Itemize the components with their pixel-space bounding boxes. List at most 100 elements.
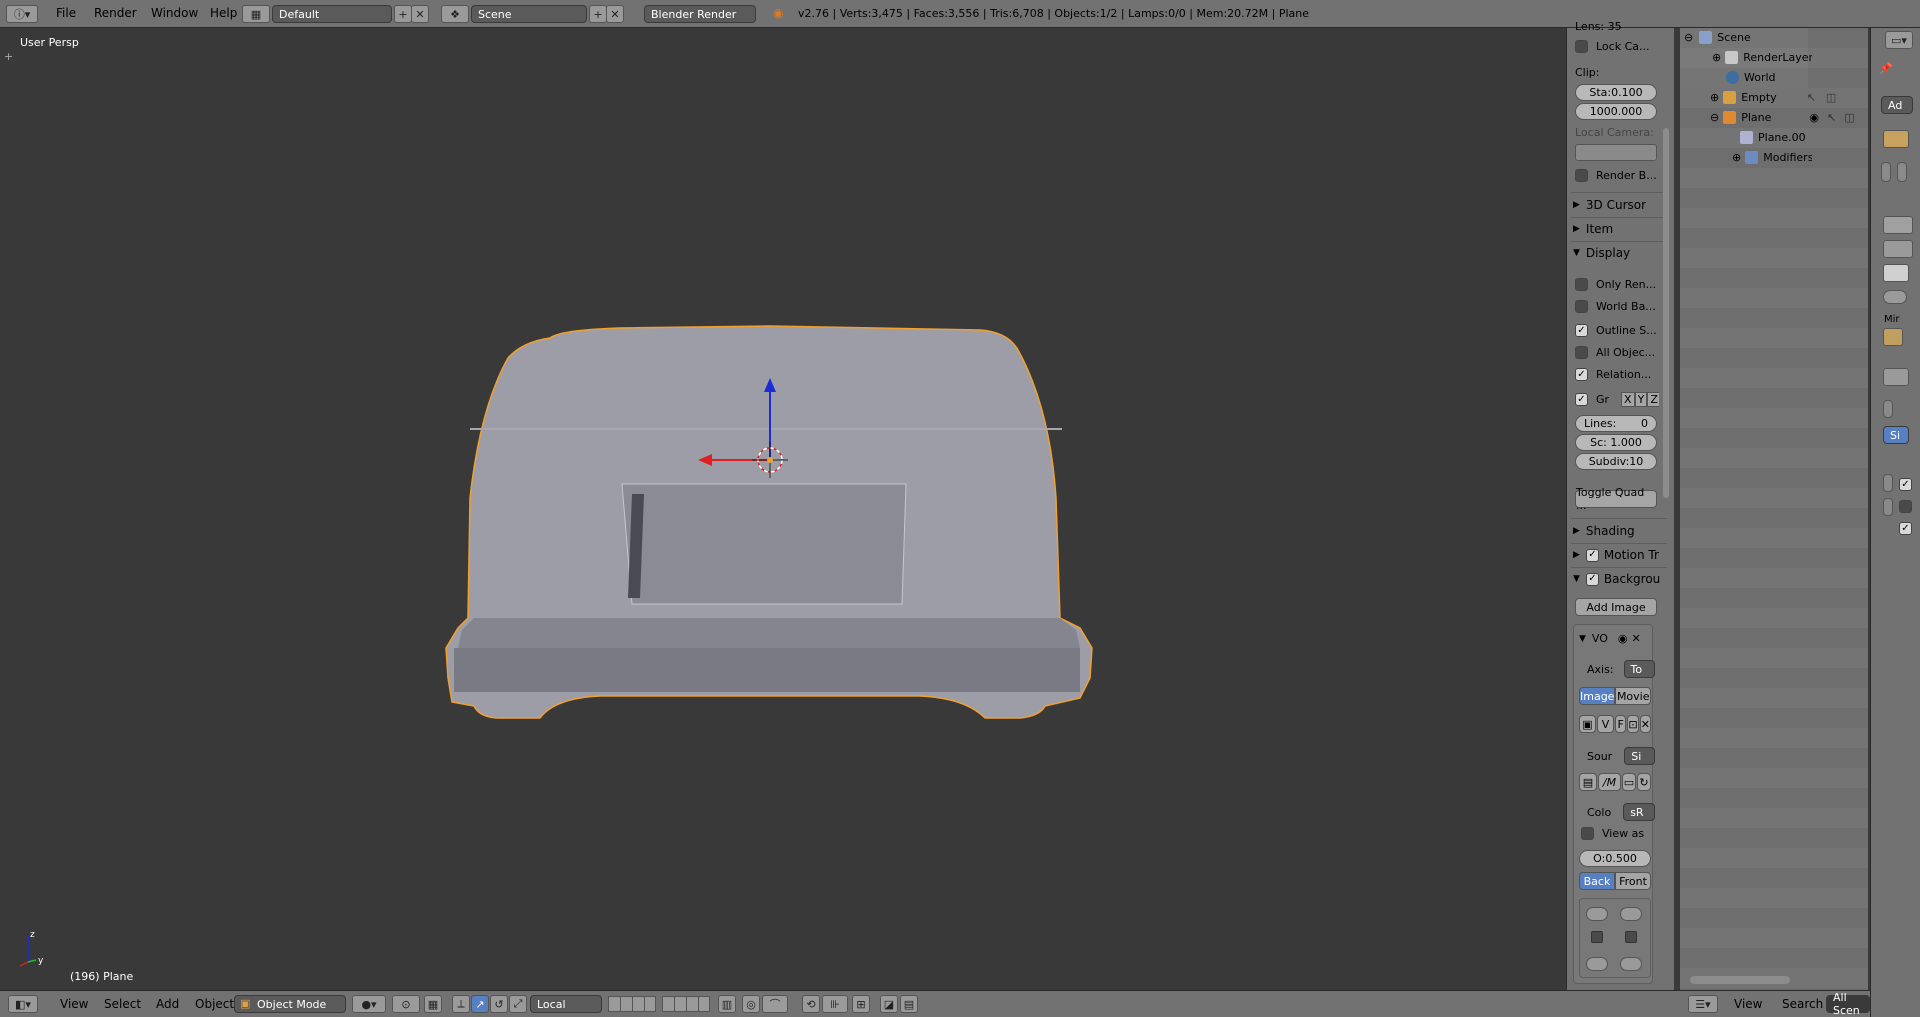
- outliner-item-mesh-data[interactable]: Plane.004: [1740, 131, 1806, 144]
- outliner-scrollbar[interactable]: [1690, 976, 1790, 984]
- lens-row[interactable]: Lens: 35: [1575, 20, 1659, 33]
- toggle-row-a[interactable]: [1883, 216, 1913, 234]
- menu-select[interactable]: Select: [94, 997, 151, 1011]
- snap-target-icon[interactable]: ⊞: [852, 995, 870, 1013]
- lock-layers-icon[interactable]: ▥: [718, 995, 736, 1013]
- checkbox-stack[interactable]: [1883, 264, 1909, 282]
- expand-icon[interactable]: ⊕: [1710, 91, 1719, 104]
- folder-icon[interactable]: ▭: [1622, 773, 1636, 791]
- render-preview-icon[interactable]: ◪: [880, 995, 898, 1013]
- pivot-point-icon[interactable]: ⊙: [392, 995, 420, 1013]
- scene-name-field[interactable]: Scene: [471, 5, 587, 23]
- snap-icon[interactable]: ⟲: [802, 995, 820, 1013]
- eye-icon[interactable]: ◉: [1618, 632, 1628, 645]
- layout-add-icon[interactable]: +: [394, 5, 412, 23]
- image-name-field[interactable]: V: [1596, 715, 1614, 733]
- translate-manipulator-icon[interactable]: ↗: [471, 995, 489, 1013]
- layout-browse-icon[interactable]: ▦: [242, 5, 270, 23]
- menu-view[interactable]: View: [50, 997, 98, 1011]
- render-border-checkbox[interactable]: Render B...: [1575, 169, 1659, 182]
- 3d-viewport[interactable]: User Persp + z y (196) Plane: [0, 28, 1566, 990]
- outliner-menu-search[interactable]: Search: [1772, 997, 1833, 1011]
- tool-shelf-toggle-icon[interactable]: +: [4, 50, 13, 63]
- axis-select[interactable]: To: [1623, 660, 1655, 678]
- scale-manipulator-icon[interactable]: ⤢: [509, 995, 527, 1013]
- editor-type-icon[interactable]: ▭▾: [1885, 31, 1913, 49]
- offset-x-field[interactable]: [1586, 907, 1608, 921]
- front-tab[interactable]: Front: [1615, 872, 1651, 890]
- panel-scrollbar[interactable]: [1663, 128, 1669, 498]
- rotation-field[interactable]: [1586, 957, 1608, 971]
- pin-icon[interactable]: 📌: [1879, 62, 1893, 75]
- outliner-item-empty[interactable]: ⊕ Empty ↖ ◫: [1710, 91, 1860, 104]
- grid-z-toggle[interactable]: Z: [1647, 392, 1659, 407]
- world-background-checkbox[interactable]: World Ba...: [1575, 300, 1659, 313]
- reload-icon[interactable]: ↻: [1637, 773, 1651, 791]
- panel-item-header[interactable]: ▶ Item: [1573, 222, 1663, 236]
- limit-selection-icon[interactable]: ▦: [424, 995, 442, 1013]
- scene-add-icon[interactable]: +: [589, 5, 607, 23]
- expand-icon[interactable]: ⊕: [1732, 151, 1741, 164]
- proportional-edit-icon[interactable]: ◎: [742, 995, 760, 1013]
- image-options-icon[interactable]: ⊡: [1627, 715, 1639, 733]
- menu-add[interactable]: Add: [146, 997, 189, 1011]
- panel-display-header[interactable]: ▼ Display: [1573, 246, 1663, 260]
- opacity-slider[interactable]: O:0.500: [1579, 850, 1651, 867]
- manipulator-icon[interactable]: ⟂: [452, 995, 470, 1013]
- outline-selected-checkbox[interactable]: ✓ Outline S...: [1575, 324, 1659, 337]
- fake-user-button[interactable]: F: [1614, 715, 1627, 733]
- all-object-origins-checkbox[interactable]: All Objec...: [1575, 346, 1659, 359]
- clip-end-field[interactable]: 1000.000: [1575, 103, 1657, 120]
- clip-start-field[interactable]: Sta:0.100: [1575, 84, 1657, 101]
- display-mode-select[interactable]: All Scen: [1826, 991, 1870, 1017]
- browse-field[interactable]: Ad: [1881, 96, 1913, 114]
- relationship-lines-checkbox[interactable]: ✓ Relation...: [1575, 368, 1659, 381]
- pack-icon[interactable]: ▤: [1579, 773, 1597, 791]
- menu-file[interactable]: File: [46, 6, 86, 20]
- local-camera-field[interactable]: [1575, 144, 1657, 161]
- layout-name-field[interactable]: Default: [272, 5, 392, 23]
- falloff-icon[interactable]: ⌒: [762, 995, 788, 1013]
- outliner-item-renderlayers[interactable]: ⊕ RenderLayers: [1712, 51, 1812, 64]
- outliner-item-plane[interactable]: ⊖ Plane ◉ ↖ ◫: [1710, 111, 1870, 124]
- si-field[interactable]: Si: [1883, 426, 1909, 444]
- view-as-render-checkbox[interactable]: View as: [1581, 827, 1655, 840]
- layer-buttons-b[interactable]: [662, 996, 710, 1012]
- source-select[interactable]: Si: [1624, 747, 1655, 765]
- object-context-icon[interactable]: [1883, 130, 1909, 148]
- grid-floor-checkbox[interactable]: ✓ Gr XYZ: [1575, 392, 1659, 407]
- editor-type-icon[interactable]: ⓘ▾: [6, 5, 38, 23]
- menu-render[interactable]: Render: [84, 6, 147, 20]
- close-icon[interactable]: ✕: [1632, 632, 1641, 645]
- collapse-icon[interactable]: ⊖: [1710, 111, 1719, 124]
- outliner-menu-view[interactable]: View: [1724, 997, 1772, 1011]
- grid-scale-field[interactable]: Sc: 1.000: [1575, 434, 1657, 451]
- flip-x-checkbox[interactable]: [1591, 931, 1603, 943]
- render-camera-icon[interactable]: ◫: [1826, 91, 1836, 104]
- color-space-select[interactable]: sR: [1623, 803, 1655, 821]
- collapse-icon[interactable]: ⊖: [1684, 31, 1693, 44]
- grid-y-toggle[interactable]: Y: [1634, 392, 1648, 407]
- check-icon[interactable]: ✓: [1899, 522, 1912, 535]
- material-icon[interactable]: [1883, 328, 1903, 346]
- transform-orientation-select[interactable]: Local: [530, 995, 602, 1013]
- add-image-button[interactable]: Add Image: [1575, 598, 1657, 616]
- panel-shading-header[interactable]: ▶ Shading: [1573, 524, 1663, 538]
- image-browse-icon[interactable]: ▣: [1579, 715, 1596, 733]
- toggle-row-b[interactable]: [1883, 240, 1913, 258]
- size-field[interactable]: [1620, 957, 1642, 971]
- editor-type-icon[interactable]: ◧▾: [8, 995, 38, 1013]
- eye-icon[interactable]: ◉: [1809, 111, 1819, 124]
- back-tab[interactable]: Back: [1579, 872, 1615, 890]
- menu-help[interactable]: Help: [200, 6, 247, 20]
- render-animation-icon[interactable]: ▤: [900, 995, 918, 1013]
- grid-subdivisions-field[interactable]: Subdiv:10: [1575, 453, 1657, 470]
- menu-window[interactable]: Window: [141, 6, 208, 20]
- layout-remove-icon[interactable]: ✕: [411, 5, 429, 23]
- panel-background-images-header[interactable]: ▼ ✓ Backgrou: [1573, 572, 1663, 586]
- checkbox-icon[interactable]: [1899, 500, 1912, 513]
- modifier-icon[interactable]: [1883, 368, 1909, 386]
- grid-lines-field[interactable]: Lines: 0: [1575, 415, 1657, 432]
- grid-x-toggle[interactable]: X: [1621, 392, 1635, 407]
- filepath-field[interactable]: /M: [1598, 773, 1621, 791]
